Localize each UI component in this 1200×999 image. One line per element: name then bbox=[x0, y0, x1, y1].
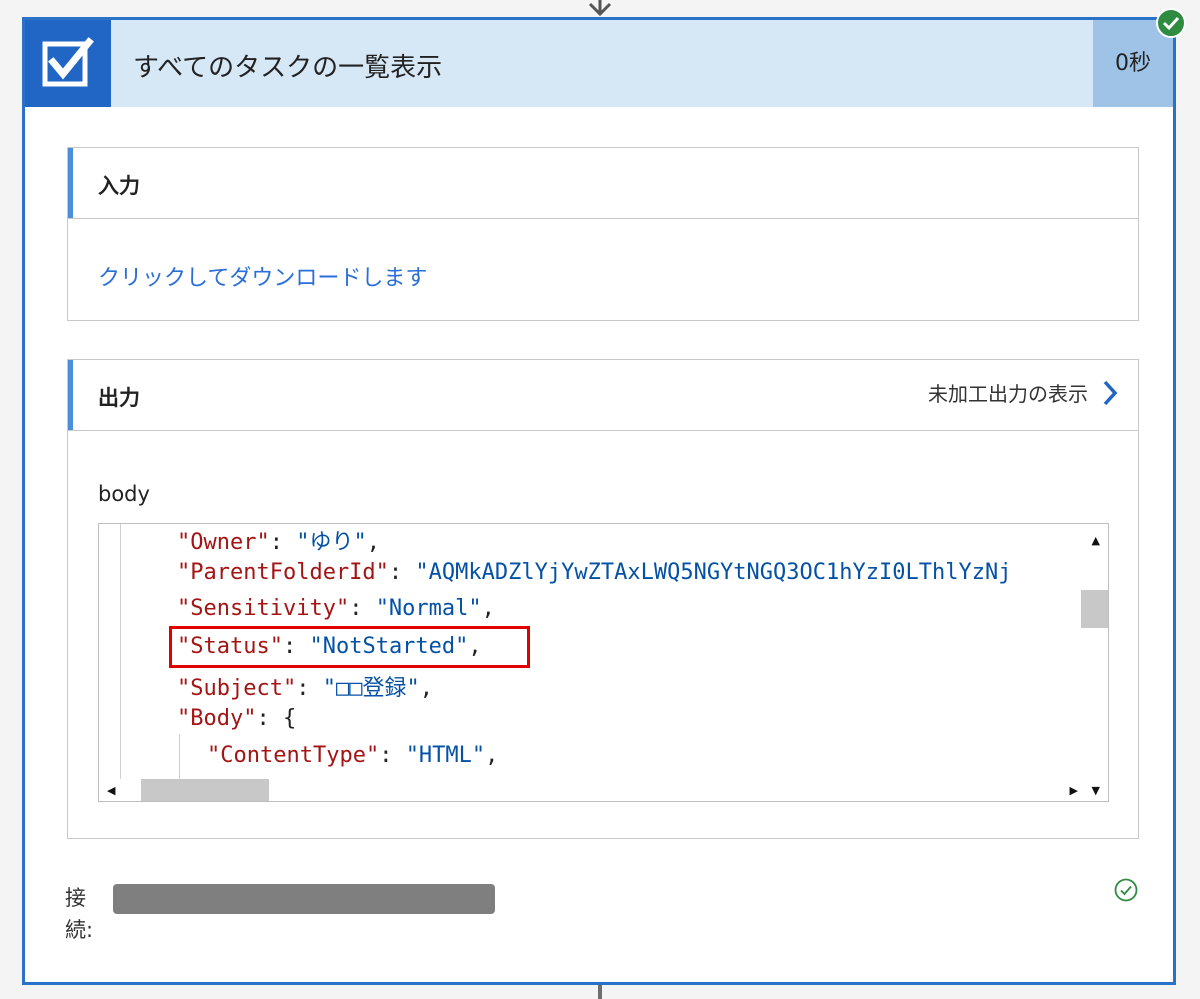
horizontal-scroll-thumb[interactable] bbox=[141, 779, 269, 801]
horizontal-scrollbar[interactable]: ◀ ▶ ▼ bbox=[99, 779, 1108, 801]
vertical-scroll-thumb[interactable] bbox=[1081, 590, 1108, 628]
json-sep: : bbox=[349, 596, 376, 621]
scroll-right-icon[interactable]: ▶ bbox=[1070, 784, 1078, 797]
json-tail: , bbox=[366, 530, 380, 555]
json-line: "Owner": "ゆり", bbox=[177, 524, 380, 556]
indent-guide bbox=[120, 524, 121, 783]
task-checkbox-icon bbox=[25, 20, 111, 107]
json-key: "Sensitivity" bbox=[177, 596, 350, 621]
json-line: "Subject": "□□登録", bbox=[177, 670, 433, 702]
flow-arrow-icon bbox=[588, 0, 612, 17]
json-tail: , bbox=[485, 743, 499, 768]
json-sep: : bbox=[388, 560, 416, 585]
vertical-scrollbar[interactable]: ▲ bbox=[1081, 524, 1108, 783]
json-value: "Normal" bbox=[375, 596, 482, 621]
json-tail: , bbox=[481, 596, 495, 621]
scroll-left-icon[interactable]: ◀ bbox=[107, 784, 115, 797]
chevron-right-icon bbox=[1103, 380, 1118, 405]
scroll-up-icon[interactable]: ▲ bbox=[1092, 534, 1100, 547]
json-sep: : bbox=[256, 706, 283, 731]
action-header[interactable]: すべてのタスクの一覧表示 0秒 bbox=[25, 20, 1173, 107]
json-code-viewer[interactable]: "Owner": "ゆり", "ParentFolderId": "AQMkADZ… bbox=[98, 523, 1109, 802]
json-line: "Sensitivity": "Normal", bbox=[177, 596, 495, 621]
json-key: "ParentFolderId" bbox=[177, 560, 389, 585]
raw-output-label: 未加工出力の表示 bbox=[928, 382, 1088, 406]
status-highlight-box bbox=[169, 626, 530, 668]
download-link[interactable]: クリックしてダウンロードします bbox=[98, 260, 427, 292]
connection-label: 接続: bbox=[65, 886, 94, 942]
flow-connector bbox=[598, 985, 602, 999]
output-label: 出力 bbox=[98, 386, 140, 410]
json-sep: : bbox=[379, 743, 406, 768]
json-line: "ParentFolderId": "AQMkADZlYjYwZTAxLWQ5N… bbox=[177, 560, 1011, 585]
json-tail: { bbox=[282, 706, 297, 731]
json-key: "Subject" bbox=[177, 676, 297, 701]
output-section-header: 出力 未加工出力の表示 bbox=[68, 360, 1138, 431]
json-key: "ContentType" bbox=[207, 743, 380, 768]
scroll-down-icon[interactable]: ▼ bbox=[1092, 784, 1100, 797]
show-raw-output-link[interactable]: 未加工出力の表示 bbox=[928, 378, 1118, 407]
action-card: すべてのタスクの一覧表示 0秒 入力 クリックしてダウンロードします 出力 未加… bbox=[22, 17, 1176, 985]
json-value: "ゆり" bbox=[296, 530, 367, 555]
input-label: 入力 bbox=[98, 174, 140, 198]
json-line: "ContentType": "HTML", bbox=[207, 743, 498, 768]
json-key: "Body" bbox=[177, 706, 257, 731]
connection-ok-icon bbox=[1114, 878, 1138, 902]
action-title: すべてのタスクの一覧表示 bbox=[133, 53, 443, 83]
json-value: "AQMkADZlYjYwZTAxLWQ5NGYtNGQ3OC1hYzI0LTh… bbox=[415, 560, 1012, 585]
json-value: "HTML" bbox=[405, 743, 486, 768]
output-section: 出力 未加工出力の表示 body "Owner": "ゆり", "ParentFo… bbox=[67, 359, 1139, 839]
json-sep: : bbox=[296, 676, 323, 701]
json-line: "Body": { bbox=[177, 706, 296, 731]
indent-guide bbox=[179, 734, 180, 783]
json-sep: : bbox=[269, 530, 297, 555]
connection-redacted bbox=[113, 884, 495, 914]
json-key: "Owner" bbox=[177, 530, 270, 555]
json-value: "□□登録" bbox=[322, 676, 420, 701]
json-tail: , bbox=[419, 676, 433, 701]
input-section-header: 入力 bbox=[68, 148, 1138, 219]
success-check-icon bbox=[1156, 8, 1186, 38]
body-label: body bbox=[98, 482, 150, 506]
input-section: 入力 クリックしてダウンロードします bbox=[67, 147, 1139, 321]
